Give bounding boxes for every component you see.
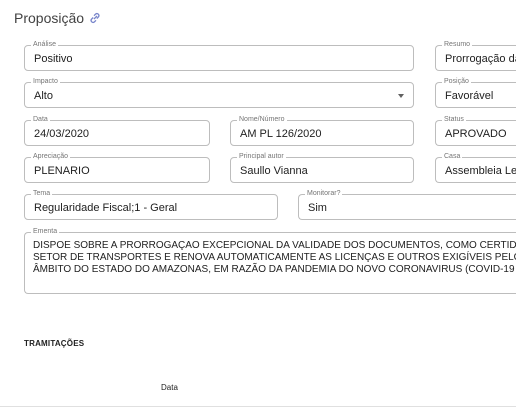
resumo-value: Prorrogação da — [445, 53, 516, 65]
impacto-select[interactable]: Impacto Alto — [24, 77, 414, 108]
page-title: Proposição — [14, 10, 85, 26]
apreciacao-field[interactable]: Apreciação PLENARIO — [24, 152, 210, 183]
tema-label: Tema — [31, 189, 53, 199]
page-title-row: Proposição — [14, 10, 102, 26]
casa-field[interactable]: Casa Assembleia Leg — [435, 152, 516, 183]
table-header-divider — [0, 406, 516, 407]
tramitacoes-title: TRAMITAÇÕES — [24, 339, 85, 348]
resumo-field[interactable]: Resumo Prorrogação da — [435, 40, 516, 71]
analise-label: Análise — [31, 40, 58, 50]
data-value: 24/03/2020 — [34, 128, 90, 140]
nome-numero-label: Nome/Número — [237, 115, 287, 125]
principal-autor-label: Principal autor — [237, 152, 286, 162]
casa-value: Assembleia Leg — [445, 165, 516, 177]
tema-value: Regularidade Fiscal;1 - Geral — [34, 202, 178, 214]
status-value: APROVADO — [445, 128, 507, 140]
analise-field[interactable]: Análise Positivo — [24, 40, 414, 71]
apreciacao-label: Apreciação — [31, 152, 71, 162]
casa-label: Casa — [442, 152, 463, 162]
nome-numero-value: AM PL 126/2020 — [240, 128, 322, 140]
posicao-value: Favorável — [445, 90, 494, 102]
data-field[interactable]: Data 24/03/2020 — [24, 115, 210, 146]
impacto-label: Impacto — [31, 77, 60, 87]
data-label: Data — [31, 115, 50, 125]
status-field[interactable]: Status APROVADO — [435, 115, 516, 146]
nome-numero-field[interactable]: Nome/Número AM PL 126/2020 — [230, 115, 414, 146]
ementa-label: Ementa — [31, 227, 60, 237]
ementa-textarea[interactable]: Ementa DISPOE SOBRE A PRORROGAÇAO EXCEPC… — [24, 227, 516, 294]
posicao-field[interactable]: Posição Favorável — [435, 77, 516, 108]
resumo-label: Resumo — [442, 40, 473, 50]
posicao-label: Posição — [442, 77, 471, 87]
principal-autor-value: Saullo Vianna — [240, 165, 308, 177]
analise-value: Positivo — [34, 53, 73, 65]
principal-autor-field[interactable]: Principal autor Saullo Vianna — [230, 152, 414, 183]
tema-field[interactable]: Tema Regularidade Fiscal;1 - Geral — [24, 189, 278, 220]
status-label: Status — [442, 115, 466, 125]
ementa-value: DISPOE SOBRE A PRORROGAÇAO EXCEPCIONAL D… — [33, 240, 516, 275]
apreciacao-value: PLENARIO — [34, 165, 90, 177]
monitorar-field[interactable]: Monitorar? Sim — [298, 189, 516, 220]
column-header-data[interactable]: Data — [161, 383, 178, 392]
monitorar-value: Sim — [308, 202, 327, 214]
link-icon[interactable] — [88, 11, 102, 25]
impacto-value: Alto — [34, 90, 53, 102]
chevron-down-icon[interactable] — [398, 94, 404, 98]
monitorar-label: Monitorar? — [305, 189, 343, 199]
